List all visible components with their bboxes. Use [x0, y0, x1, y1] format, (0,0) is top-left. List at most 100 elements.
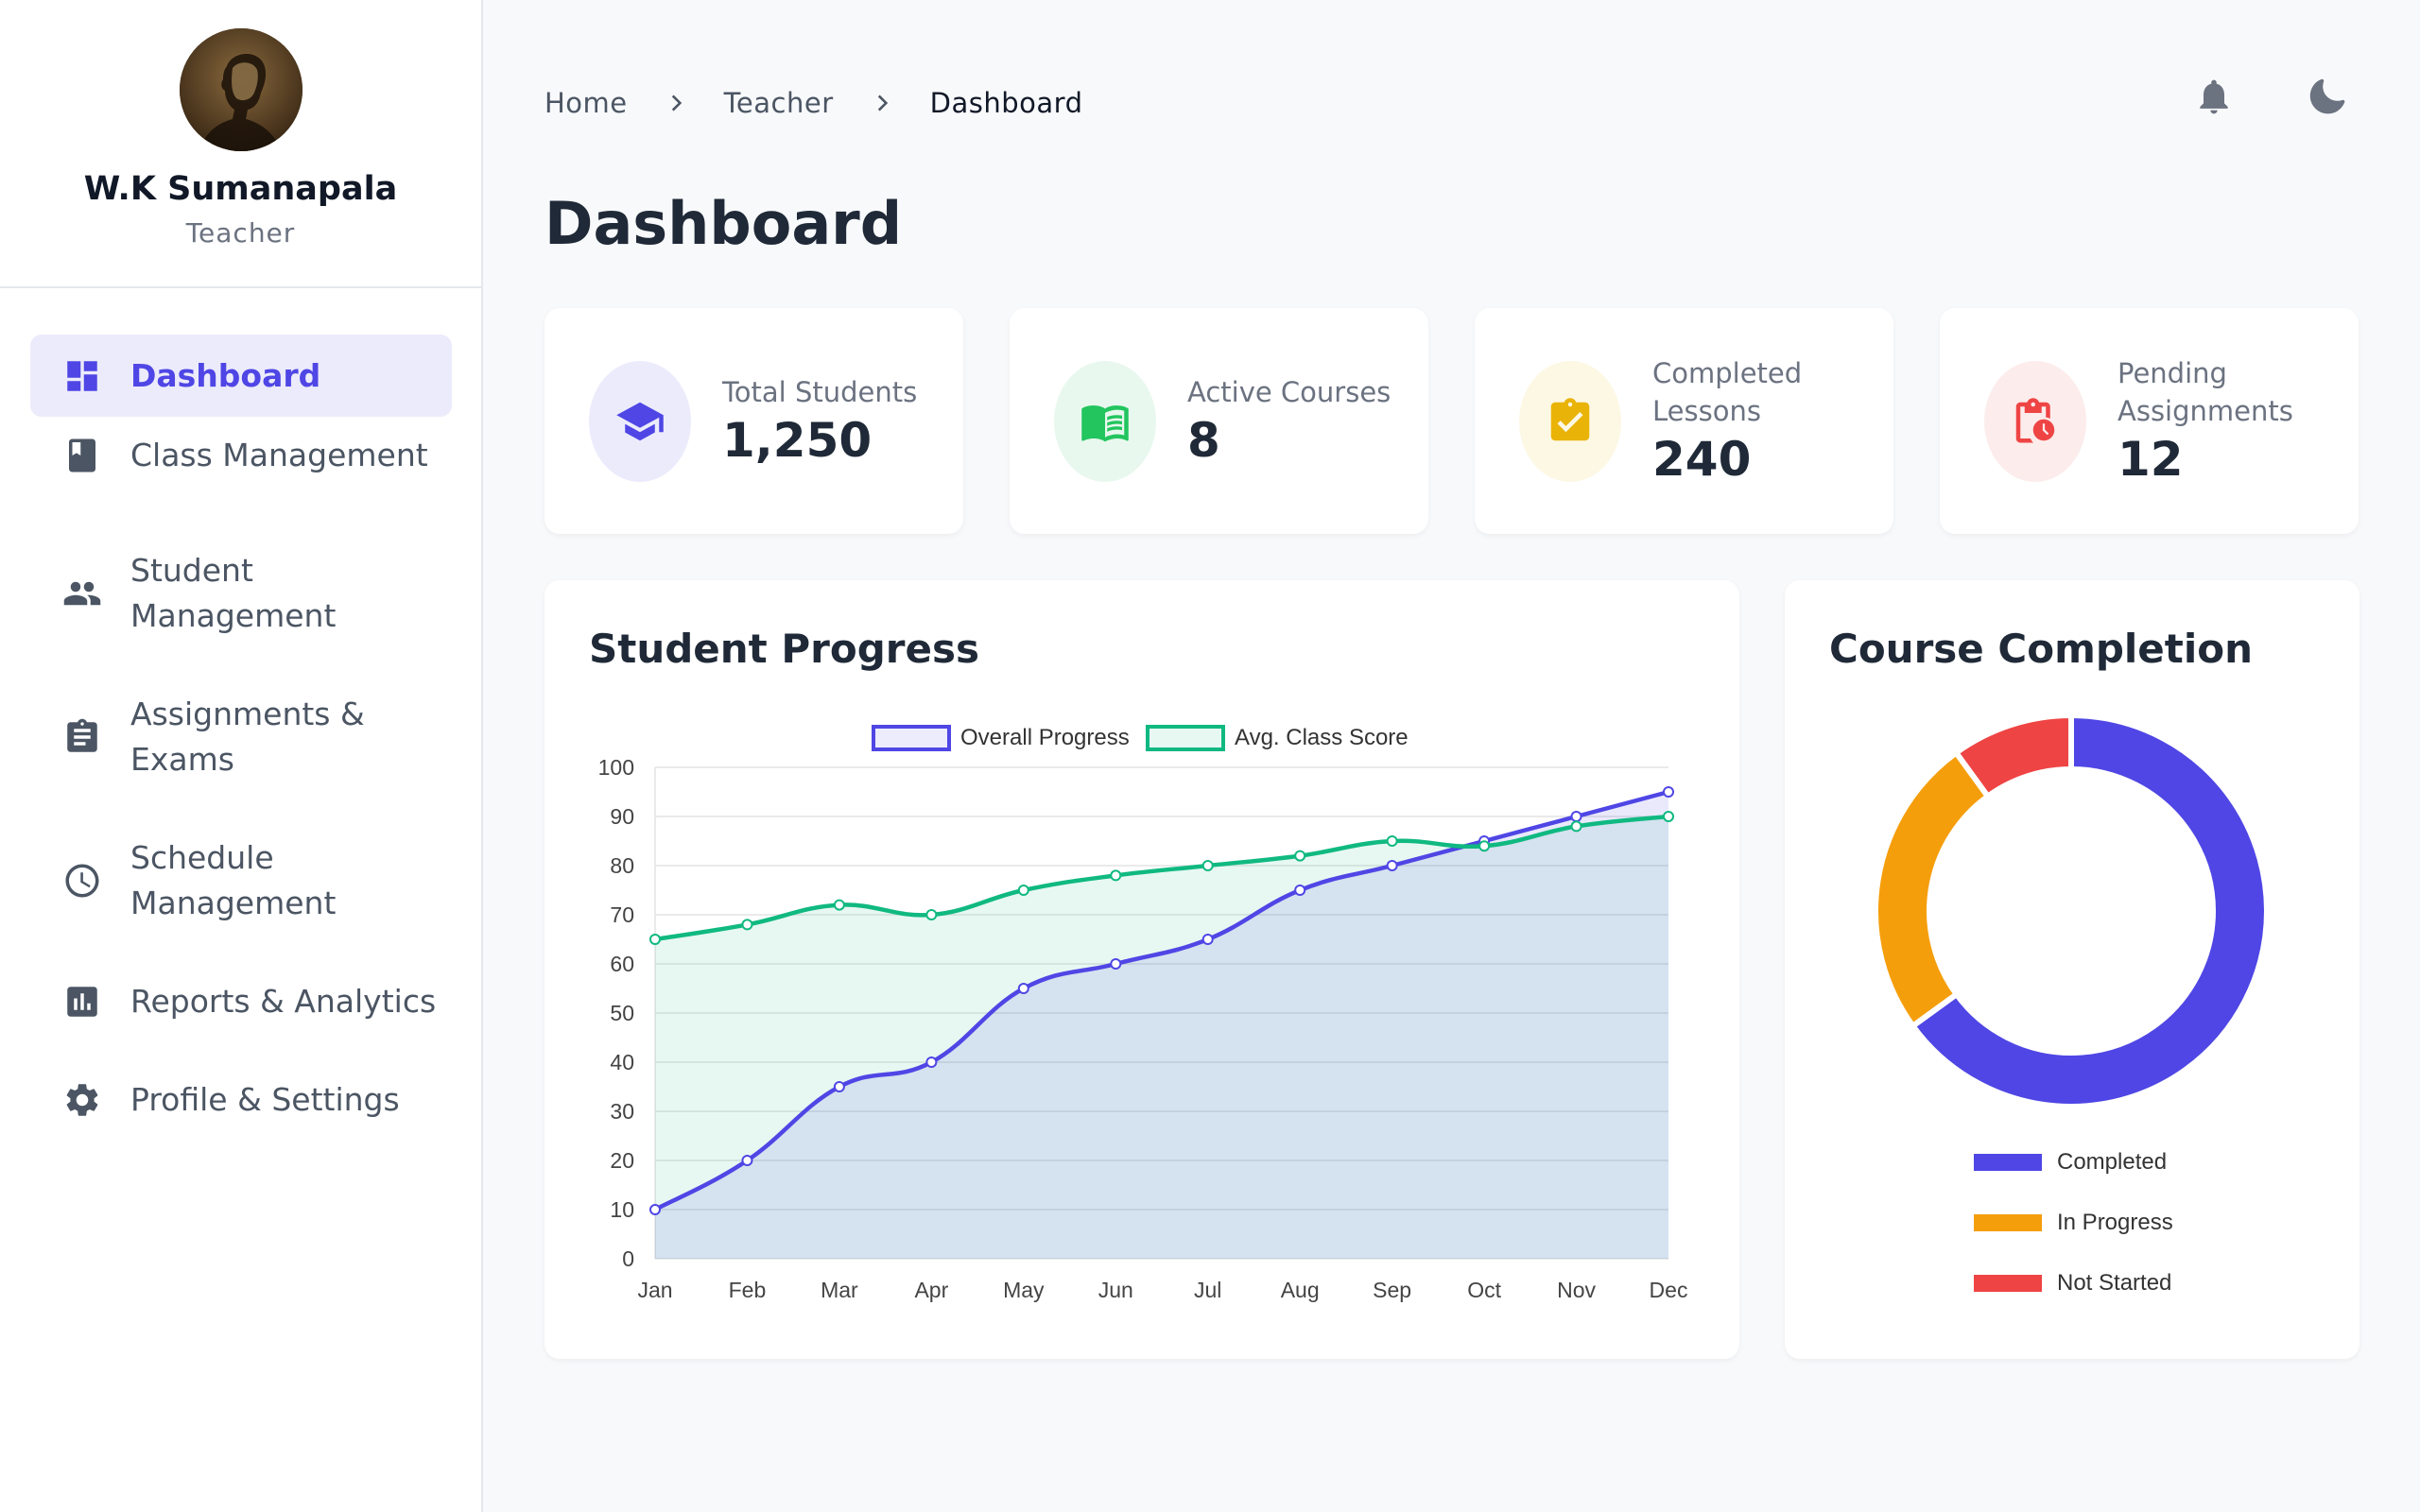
- legend-swatch: [1146, 725, 1225, 751]
- sidebar-item-label: Profile & Settings: [130, 1081, 400, 1118]
- profile-name: W.K Sumanapala: [83, 170, 398, 208]
- data-point: [1017, 983, 1029, 994]
- course-completion-chart: Completed In Progress Not Started: [1873, 712, 2270, 1296]
- legend-label: Not Started: [2057, 1270, 2171, 1296]
- legend-swatch: [1974, 1154, 2042, 1171]
- chevron-right-icon: [671, 94, 682, 112]
- profile-section: W.K Sumanapala Teacher: [0, 0, 481, 288]
- bar-chart-icon: [62, 982, 102, 1022]
- breadcrumb-teacher[interactable]: Teacher: [724, 87, 834, 119]
- x-tick-label: Nov: [1557, 1278, 1596, 1302]
- data-point: [1570, 811, 1582, 822]
- sidebar-item-class-management[interactable]: Class Management: [30, 433, 452, 478]
- graduation-cap-icon: [589, 360, 691, 482]
- y-tick-label: 30: [610, 1099, 634, 1124]
- y-tick-label: 50: [610, 1001, 634, 1025]
- data-point: [649, 934, 661, 945]
- data-point: [1201, 860, 1214, 871]
- bell-icon[interactable]: [2193, 76, 2235, 117]
- breadcrumb-home[interactable]: Home: [544, 87, 628, 119]
- x-tick-label: Oct: [1467, 1278, 1501, 1302]
- y-tick-label: 60: [610, 952, 634, 976]
- data-point: [649, 1204, 661, 1215]
- x-tick-label: Jan: [637, 1278, 672, 1302]
- data-point: [1386, 860, 1398, 871]
- chevron-right-icon: [877, 94, 888, 112]
- breadcrumb-current: Dashboard: [929, 87, 1083, 119]
- clock-icon: [62, 861, 102, 901]
- student-progress-title: Student Progress: [589, 626, 979, 672]
- sidebar-item-student-management[interactable]: Student Management: [30, 548, 452, 639]
- y-tick-label: 0: [622, 1246, 634, 1271]
- data-point: [1386, 835, 1398, 847]
- profile-role: Teacher: [185, 217, 296, 249]
- data-point: [925, 909, 938, 920]
- open-book-icon: [1054, 360, 1156, 482]
- data-point: [1110, 869, 1122, 882]
- legend-swatch: [872, 725, 951, 751]
- data-point: [1294, 885, 1306, 896]
- data-point: [1110, 958, 1122, 970]
- course-completion-title: Course Completion: [1829, 626, 2254, 672]
- data-point: [741, 919, 753, 931]
- sidebar-item-reports-analytics[interactable]: Reports & Analytics: [30, 979, 452, 1024]
- avatar[interactable]: [179, 28, 302, 151]
- clipboard-clock-icon: [1984, 360, 2086, 482]
- student-progress-card: 0 10 20 30 40 50 60 70 80 90 100 Jan Feb Mar Apr May Jun…: [544, 580, 1739, 1359]
- x-tick-label: Apr: [914, 1278, 948, 1302]
- x-tick-label: Sep: [1373, 1278, 1411, 1302]
- stat-value: 12: [2118, 431, 2184, 487]
- book-icon: [62, 436, 102, 475]
- sidebar-item-label: Assignments & Exams: [130, 696, 365, 778]
- clipboard-icon: [62, 717, 102, 757]
- sidebar-item-label: Reports & Analytics: [130, 983, 437, 1020]
- x-tick-label: Aug: [1281, 1278, 1320, 1302]
- y-tick-label: 100: [598, 755, 634, 780]
- stat-label: Pending Assignments: [2118, 356, 2293, 427]
- data-point: [833, 1081, 845, 1092]
- stat-label: Total Students: [722, 375, 918, 408]
- data-point: [1017, 885, 1029, 896]
- data-point: [833, 899, 845, 911]
- x-tick-label: Dec: [1650, 1278, 1688, 1302]
- stat-value: 8: [1187, 412, 1220, 468]
- stat-value: 240: [1652, 431, 1752, 487]
- gear-icon: [62, 1080, 102, 1120]
- legend-label: Avg. Class Score: [1235, 725, 1409, 750]
- data-point: [1663, 786, 1674, 798]
- legend-swatch: [1974, 1214, 2042, 1231]
- sidebar-item-assignments-exams[interactable]: Assignments & Exams: [30, 692, 452, 782]
- stat-card-pending-assignments[interactable]: Pending Assignments 12: [1940, 308, 2359, 534]
- dashboard-icon: [62, 356, 102, 396]
- stat-card-completed-lessons[interactable]: Completed Lessons 240: [1475, 308, 1893, 534]
- people-icon: [62, 574, 102, 613]
- data-point: [1294, 850, 1306, 862]
- y-tick-label: 70: [610, 902, 634, 927]
- sidebar-item-dashboard[interactable]: Dashboard: [30, 335, 452, 417]
- x-tick-label: Feb: [729, 1278, 767, 1302]
- sidebar-item-label: Student Management: [130, 552, 337, 634]
- data-point: [1570, 820, 1582, 833]
- legend-swatch: [1974, 1275, 2042, 1292]
- sidebar-item-label: Dashboard: [130, 356, 321, 394]
- page-title: Dashboard: [544, 189, 903, 258]
- pie-slice: [1873, 748, 1993, 1030]
- sidebar-item-profile-settings[interactable]: Profile & Settings: [30, 1077, 452, 1123]
- legend-label: Completed: [2057, 1149, 2167, 1175]
- breadcrumb: Home Teacher Dashboard: [544, 87, 1082, 119]
- sidebar: W.K Sumanapala Teacher Dashboard Class M…: [0, 0, 483, 1512]
- data-point: [1201, 934, 1214, 945]
- sidebar-item-label: Class Management: [130, 437, 428, 473]
- stat-value: 1,250: [722, 412, 873, 468]
- y-tick-label: 90: [610, 804, 634, 829]
- y-tick-label: 80: [610, 853, 634, 878]
- y-tick-label: 40: [610, 1050, 634, 1074]
- header-actions: [2193, 76, 2348, 117]
- stat-card-total-students[interactable]: Total Students 1,250: [544, 308, 963, 534]
- legend-label: Overall Progress: [960, 725, 1130, 750]
- sidebar-item-schedule-management[interactable]: Schedule Management: [30, 835, 452, 926]
- moon-icon[interactable]: [2307, 76, 2348, 117]
- student-progress-chart: 0 10 20 30 40 50 60 70 80 90 100 Jan Feb Mar Apr May Jun…: [598, 725, 1688, 1302]
- x-tick-label: May: [1003, 1278, 1045, 1302]
- stat-card-active-courses[interactable]: Active Courses 8: [1010, 308, 1428, 534]
